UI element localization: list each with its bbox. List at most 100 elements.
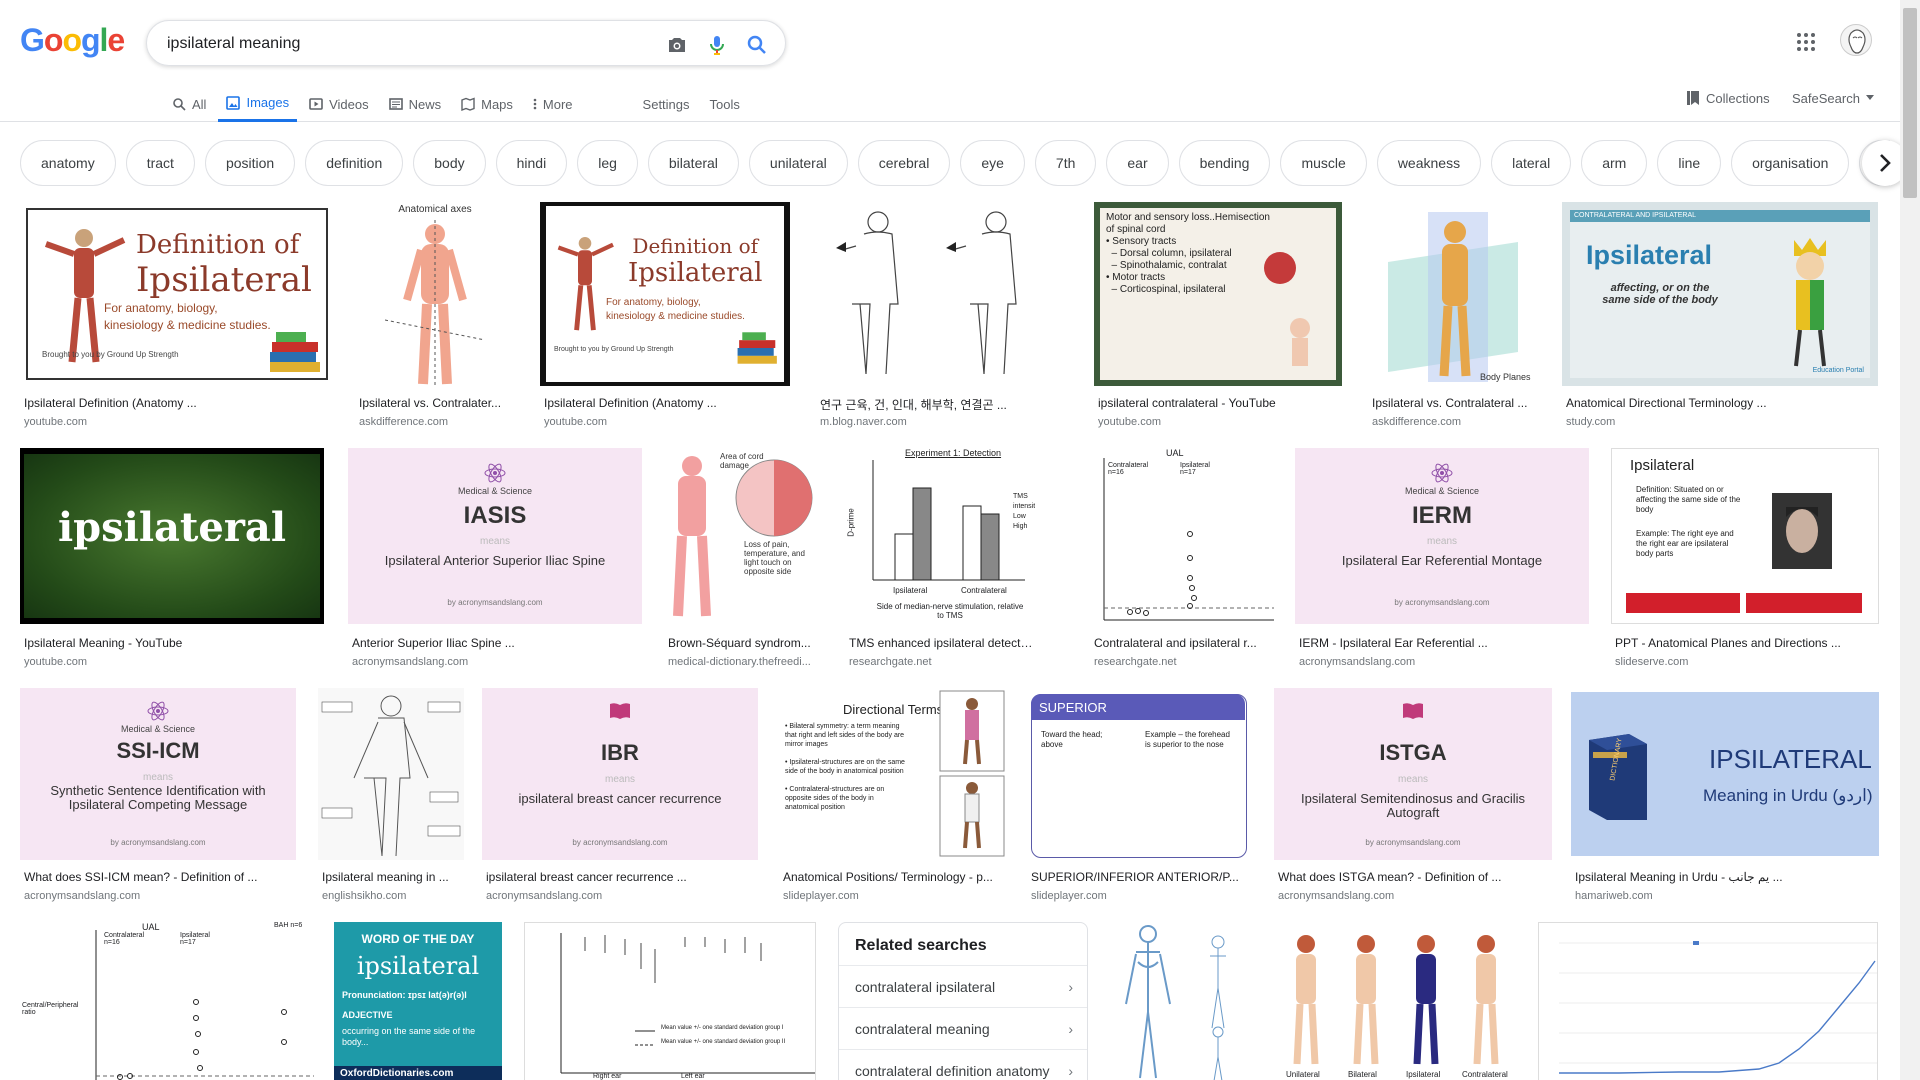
result-caption[interactable]: What does ISTGA mean? - Definition of ..…: [1278, 870, 1552, 884]
result-source[interactable]: slideserve.com: [1615, 656, 1879, 668]
related-chip[interactable]: bending: [1178, 140, 1271, 186]
result-thumbnail[interactable]: WORD OF THE DAY ipsilateral Pronunciatio…: [334, 922, 502, 1080]
related-chip[interactable]: hindi: [495, 140, 568, 186]
result-source[interactable]: acronymsandslang.com: [352, 656, 642, 668]
related-chip[interactable]: line: [1657, 140, 1722, 186]
related-chip[interactable]: bilateral: [647, 140, 739, 186]
related-chip[interactable]: lateral: [1491, 140, 1572, 186]
result-thumbnail[interactable]: [1538, 922, 1878, 1080]
mic-icon[interactable]: [705, 33, 729, 57]
result-thumbnail[interactable]: ipsilateral: [20, 448, 324, 624]
result-caption[interactable]: Ipsilateral Meaning in Urdu - یم جانب ..…: [1575, 870, 1879, 884]
result-thumbnail[interactable]: ISTGA means Ipsilateral Semitendinosus a…: [1274, 688, 1552, 860]
result-source[interactable]: askdifference.com: [359, 416, 515, 428]
google-logo[interactable]: Google: [20, 22, 125, 59]
result-caption[interactable]: TMS enhanced ipsilateral detection ...: [849, 636, 1035, 650]
result-thumbnail[interactable]: UAL Contralateral n=16 Ipsilateral n=17: [1090, 448, 1274, 624]
related-search-item[interactable]: contralateral ipsilateral ›: [839, 965, 1087, 1007]
related-chip[interactable]: muscle: [1280, 140, 1367, 186]
settings-link[interactable]: Settings: [635, 86, 698, 122]
result-thumbnail[interactable]: [1108, 922, 1256, 1080]
result-caption[interactable]: Anatomical Directional Terminology ...: [1566, 396, 1878, 410]
result-caption[interactable]: Anterior Superior Iliac Spine ...: [352, 636, 642, 650]
result-source[interactable]: youtube.com: [544, 416, 790, 428]
result-caption[interactable]: Ipsilateral meaning in ...: [322, 870, 464, 884]
result-source[interactable]: researchgate.net: [1094, 656, 1274, 668]
tab-all[interactable]: All: [164, 86, 214, 122]
result-thumbnail[interactable]: Directional Terms • Bilateral symmetry: …: [779, 688, 1007, 860]
result-source[interactable]: acronymsandslang.com: [486, 890, 758, 902]
tab-images[interactable]: Images: [218, 86, 298, 122]
result-thumbnail[interactable]: DICTIONARY IPSILATERAL Meaning in Urdu (…: [1571, 688, 1879, 860]
tab-videos[interactable]: Videos: [301, 86, 377, 122]
collections-link[interactable]: Collections: [1686, 86, 1770, 110]
tools-link[interactable]: Tools: [702, 86, 748, 122]
related-chip[interactable]: eye: [960, 140, 1025, 186]
related-chip[interactable]: body: [413, 140, 486, 186]
camera-icon[interactable]: [665, 33, 689, 57]
result-source[interactable]: askdifference.com: [1372, 416, 1542, 428]
result-thumbnail[interactable]: IBR means ipsilateral breast cancer recu…: [482, 688, 758, 860]
related-chip[interactable]: definition: [305, 140, 404, 186]
result-source[interactable]: acronymsandslang.com: [1299, 656, 1589, 668]
result-caption[interactable]: PPT - Anatomical Planes and Directions .…: [1615, 636, 1879, 650]
result-thumbnail[interactable]: Ipsilateral Definition: Situated on or a…: [1611, 448, 1879, 624]
result-source[interactable]: acronymsandslang.com: [1278, 890, 1552, 902]
result-caption[interactable]: Anatomical Positions/ Terminology - p...: [783, 870, 1007, 884]
result-thumbnail[interactable]: Body Planes: [1368, 202, 1542, 386]
result-caption[interactable]: Brown-Séquard syndrom...: [668, 636, 826, 650]
result-caption[interactable]: Ipsilateral Definition (Anatomy ...: [24, 396, 324, 410]
result-source[interactable]: slideplayer.com: [1031, 890, 1255, 902]
result-caption[interactable]: ipsilateral breast cancer recurrence ...: [486, 870, 758, 884]
result-thumbnail[interactable]: Anatomical axes: [355, 202, 515, 386]
result-thumbnail[interactable]: [318, 688, 464, 860]
page-scrollbar[interactable]: [1900, 0, 1920, 1080]
result-thumbnail[interactable]: Mean value +/- one standard deviation gr…: [524, 922, 816, 1080]
result-thumbnail[interactable]: SUPERIOR Toward the head; above Example …: [1027, 688, 1255, 860]
related-chip[interactable]: organisation: [1731, 140, 1850, 186]
related-chip[interactable]: 7th: [1034, 140, 1097, 186]
result-source[interactable]: m.blog.naver.com: [820, 416, 1068, 428]
scrollbar-thumb[interactable]: [1903, 8, 1917, 198]
search-icon[interactable]: [745, 33, 769, 57]
related-chip[interactable]: ear: [1106, 140, 1169, 186]
result-thumbnail[interactable]: Definition of Ipsilateral For anatomy, bi…: [20, 202, 334, 386]
result-caption[interactable]: Ipsilateral vs. Contralateral ...: [1372, 396, 1542, 410]
safesearch-dropdown[interactable]: SafeSearch: [1792, 86, 1874, 110]
result-source[interactable]: researchgate.net: [849, 656, 1035, 668]
result-caption[interactable]: 연구 근육, 건, 인대, 해부학, 연결곤 ...: [820, 396, 1068, 413]
result-caption[interactable]: Ipsilateral vs. Contralater...: [359, 396, 515, 410]
result-thumbnail[interactable]: Medical & Science IASIS means Ipsilatera…: [348, 448, 642, 624]
result-source[interactable]: study.com: [1566, 416, 1878, 428]
result-source[interactable]: slideplayer.com: [783, 890, 1007, 902]
result-thumbnail[interactable]: CONTRALATERAL AND IPSILATERAL Ipsilatera…: [1562, 202, 1878, 386]
result-thumbnail[interactable]: [816, 202, 1068, 386]
result-caption[interactable]: SUPERIOR/INFERIOR ANTERIOR/P...: [1031, 870, 1255, 884]
tab-maps[interactable]: Maps: [453, 86, 521, 122]
result-thumbnail[interactable]: Medical & Science SSI-ICM means Syntheti…: [20, 688, 296, 860]
result-caption[interactable]: Ipsilateral Meaning - YouTube: [24, 636, 324, 650]
related-chip[interactable]: position: [204, 140, 296, 186]
tab-more[interactable]: More: [525, 86, 581, 122]
result-thumbnail[interactable]: Unilateral Bilateral Ipsilateral Contral…: [1276, 922, 1518, 1080]
related-chip[interactable]: tract: [125, 140, 195, 186]
result-caption[interactable]: Contralateral and ipsilateral r...: [1094, 636, 1274, 650]
result-source[interactable]: hamariweb.com: [1575, 890, 1879, 902]
related-chip[interactable]: arm: [1581, 140, 1648, 186]
result-caption[interactable]: ipsilateral contralateral - YouTube: [1098, 396, 1342, 410]
tab-news[interactable]: News: [381, 86, 450, 122]
result-source[interactable]: medical-dictionary.thefreedi...: [668, 656, 826, 668]
result-caption[interactable]: IERM - Ipsilateral Ear Referential ...: [1299, 636, 1589, 650]
related-chip[interactable]: cerebral: [857, 140, 951, 186]
related-search-item[interactable]: contralateral definition anatomy ›: [839, 1049, 1087, 1080]
result-caption[interactable]: Ipsilateral Definition (Anatomy ...: [544, 396, 790, 410]
related-chip[interactable]: weakness: [1376, 140, 1482, 186]
related-chip[interactable]: unilateral: [748, 140, 848, 186]
result-source[interactable]: acronymsandslang.com: [24, 890, 296, 902]
result-source[interactable]: englishsikho.com: [322, 890, 464, 902]
apps-icon[interactable]: [1796, 32, 1816, 52]
result-thumbnail[interactable]: UAL Contralateral n=16 Ipsilateral n=17 …: [20, 922, 314, 1080]
result-source[interactable]: youtube.com: [24, 656, 324, 668]
result-source[interactable]: youtube.com: [24, 416, 324, 428]
result-source[interactable]: youtube.com: [1098, 416, 1342, 428]
